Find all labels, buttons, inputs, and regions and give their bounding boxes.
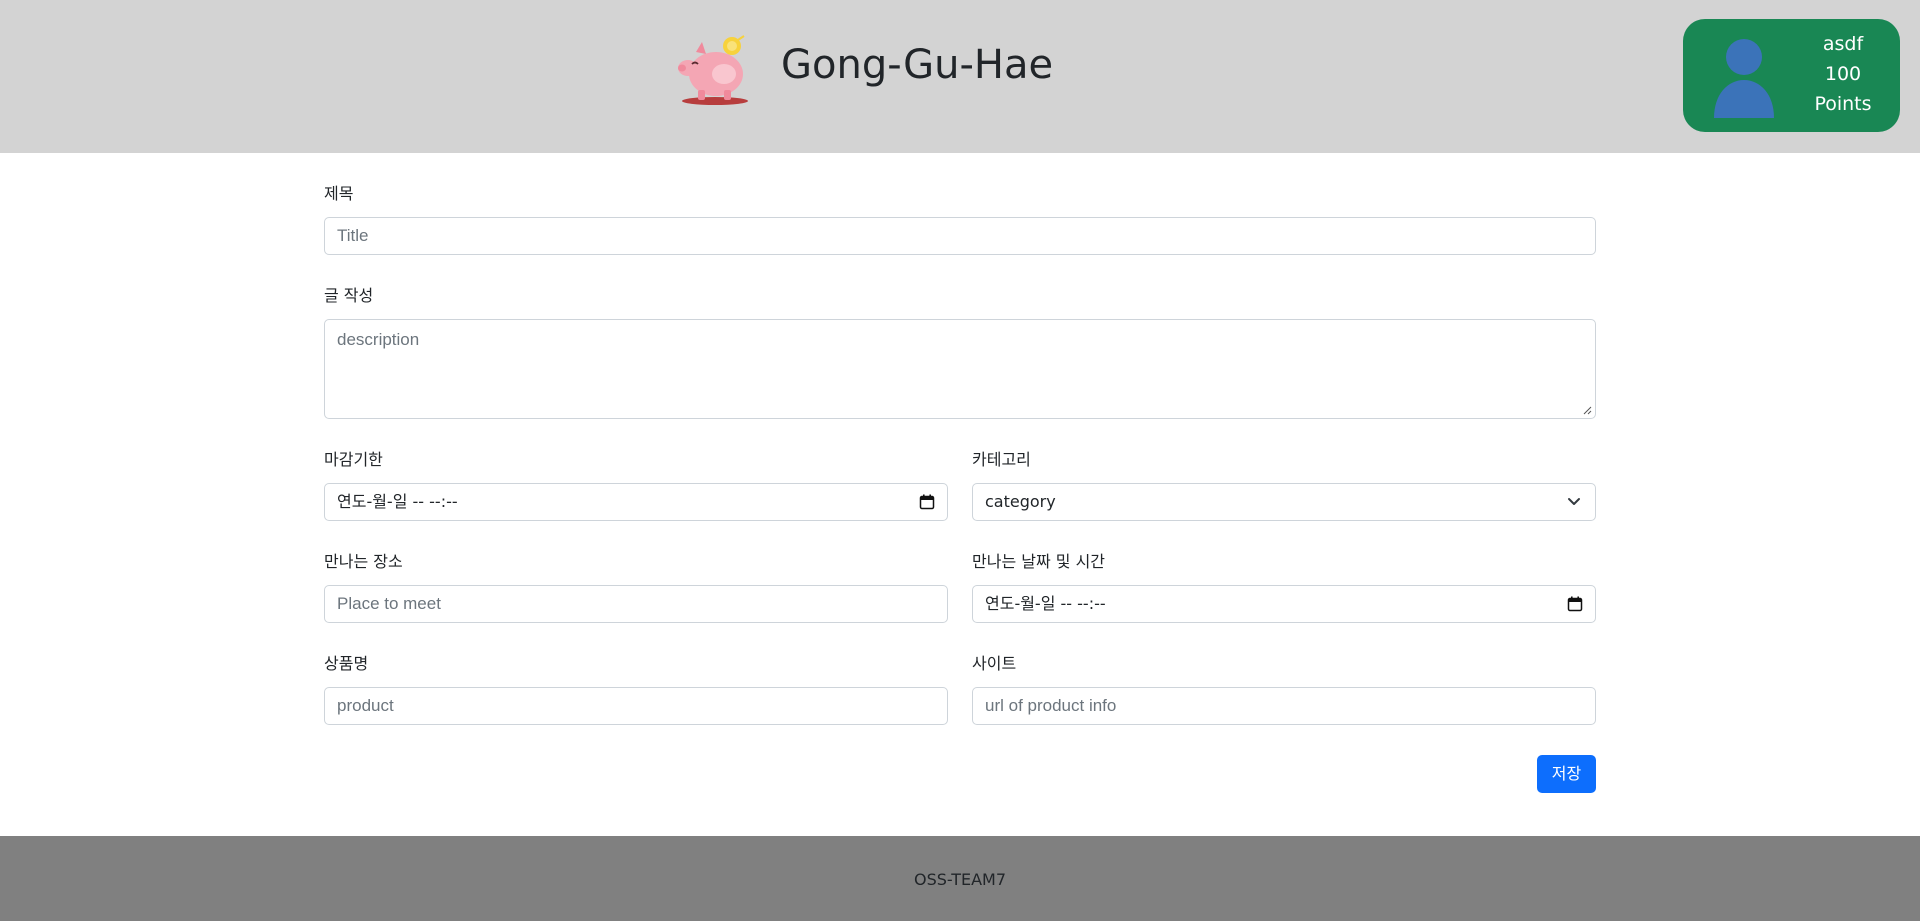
points-value: 100 <box>1824 63 1862 85</box>
deadline-label: 마감기한 <box>324 450 383 469</box>
user-avatar-icon <box>1714 39 1774 118</box>
category-label: 카테고리 <box>972 450 1031 469</box>
footer-text: OSS-TEAM7 <box>913 870 1007 889</box>
title-label: 제목 <box>324 184 354 203</box>
title-input[interactable] <box>324 217 1596 255</box>
chevron-down-icon <box>1568 498 1580 505</box>
description-label: 글 작성 <box>324 286 374 305</box>
meet-datetime-value: 연도-월-일 -- --:-- <box>985 594 1106 613</box>
category-selected-value: category <box>985 492 1056 511</box>
site-url-input[interactable] <box>972 687 1596 725</box>
profile-info: asdf 100 Points <box>1798 29 1888 119</box>
product-input[interactable] <box>324 687 948 725</box>
resize-handle-icon[interactable] <box>1582 405 1592 415</box>
place-input[interactable] <box>324 585 948 623</box>
site-title[interactable]: Gong-Gu-Hae <box>781 38 1053 92</box>
calendar-icon[interactable] <box>919 494 935 510</box>
description-textarea[interactable] <box>324 319 1596 419</box>
site-label: 사이트 <box>972 654 1017 673</box>
calendar-icon[interactable] <box>1567 596 1583 612</box>
place-label: 만나는 장소 <box>324 552 403 571</box>
product-label: 상품명 <box>324 654 369 673</box>
header: Gong-Gu-Hae asdf 100 Points <box>0 0 1920 153</box>
user-profile-card[interactable]: asdf 100 Points <box>1683 19 1900 132</box>
deadline-value: 연도-월-일 -- --:-- <box>337 492 458 511</box>
category-select[interactable]: category <box>972 483 1596 521</box>
points-label: Points <box>1814 93 1872 115</box>
meet-datetime-label: 만나는 날짜 및 시간 <box>972 552 1106 571</box>
save-button[interactable]: 저장 <box>1537 755 1596 793</box>
piggy-bank-icon <box>678 35 748 105</box>
username: asdf <box>1822 33 1864 55</box>
footer: OSS-TEAM7 <box>0 836 1920 921</box>
deadline-datetime-input[interactable]: 연도-월-일 -- --:-- <box>324 483 948 521</box>
meet-datetime-input[interactable]: 연도-월-일 -- --:-- <box>972 585 1596 623</box>
